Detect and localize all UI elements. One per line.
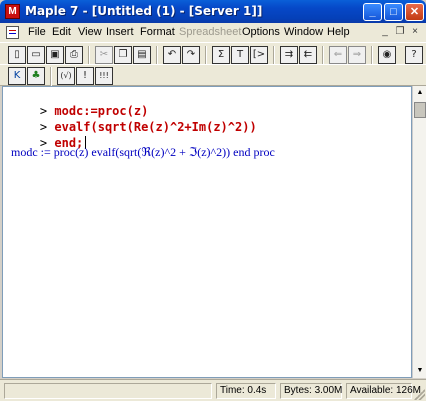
menu-insert[interactable]: Insert [106,26,134,38]
context-toolbar: K ♣ (√) ! !!! [0,64,426,86]
menu-edit[interactable]: Edit [52,26,71,38]
text-icon[interactable]: T [231,46,249,64]
worksheet-area[interactable]: > modc:=proc(z) > evalf(sqrt(Re(z)^2+Im(… [2,86,412,378]
exclaim-icon[interactable]: ! [76,67,94,85]
mdi-close-button[interactable]: × [408,26,422,39]
help-icon[interactable]: ? [405,46,423,64]
copy-icon[interactable]: ❐ [114,46,132,64]
redo-icon[interactable]: ↷ [182,46,200,64]
paste-icon[interactable]: ▤ [133,46,151,64]
toolbar-separator [156,46,158,65]
status-message [4,383,212,399]
outdent-icon[interactable]: ⇇ [299,46,317,64]
output-text: modc := proc(z) evalf(sqrt(ℜ(z)^2 + ℑ(z)… [11,145,275,159]
vertical-scrollbar[interactable]: ▲ ▼ [412,86,426,378]
scroll-up-icon[interactable]: ▲ [414,87,426,99]
menu-file[interactable]: File [28,26,46,38]
status-bar: Time: 0.4s Bytes: 3.00M Available: 126M [0,379,426,401]
menu-bar: File Edit View Insert Format Spreadsheet… [0,23,426,42]
minimize-button[interactable]: _ [363,3,382,21]
menu-window[interactable]: Window [284,26,323,38]
menu-format[interactable]: Format [140,26,175,38]
maple-leaf-icon[interactable]: ♣ [27,67,45,85]
print-icon[interactable]: ⎙ [65,46,83,64]
menu-options[interactable]: Options [242,26,280,38]
toolbar-separator [273,46,275,65]
mdi-minimize-button[interactable]: _ [378,26,392,39]
triple-exclaim-icon[interactable]: !!! [95,67,113,85]
toolbar-separator [322,46,324,65]
title-bar: M Maple 7 - [Untitled (1) - [Server 1]] … [0,0,426,23]
menu-help[interactable]: Help [327,26,350,38]
sigma-icon[interactable]: Σ [212,46,230,64]
stop-icon[interactable]: ◉ [378,46,396,64]
menu-view[interactable]: View [78,26,102,38]
toolbar-separator [88,46,90,65]
cut-icon[interactable]: ✂ [95,46,113,64]
resize-grip[interactable] [414,389,425,400]
toolbar-separator [371,46,373,65]
status-available: Available: 126M [346,383,421,399]
window-title: Maple 7 - [Untitled (1) - [Server 1]] [25,4,263,18]
status-bytes: Bytes: 3.00M [280,383,342,399]
toolbar-separator [205,46,207,65]
k-icon[interactable]: K [8,67,26,85]
save-icon[interactable]: ▣ [46,46,64,64]
close-button[interactable]: ✕ [405,3,424,21]
sqrt-icon[interactable]: (√) [57,67,75,85]
maximize-button[interactable]: □ [384,3,403,21]
document-icon[interactable] [6,26,19,39]
open-icon[interactable]: ▭ [27,46,45,64]
undo-icon[interactable]: ↶ [163,46,181,64]
math-input-icon[interactable]: [> [250,46,268,64]
status-time: Time: 0.4s [216,383,276,399]
menu-spreadsheet[interactable]: Spreadsheet [179,26,241,38]
scroll-thumb[interactable] [414,102,426,118]
back-icon[interactable]: ⇐ [329,46,347,64]
toolbar-separator [50,67,52,86]
scroll-down-icon[interactable]: ▼ [414,365,426,377]
mdi-restore-button[interactable]: ❐ [393,26,407,39]
maple-leaf-icon[interactable]: M [5,4,20,19]
forward-icon[interactable]: ⇒ [348,46,366,64]
indent-icon[interactable]: ⇉ [280,46,298,64]
new-icon[interactable]: ▯ [8,46,26,64]
